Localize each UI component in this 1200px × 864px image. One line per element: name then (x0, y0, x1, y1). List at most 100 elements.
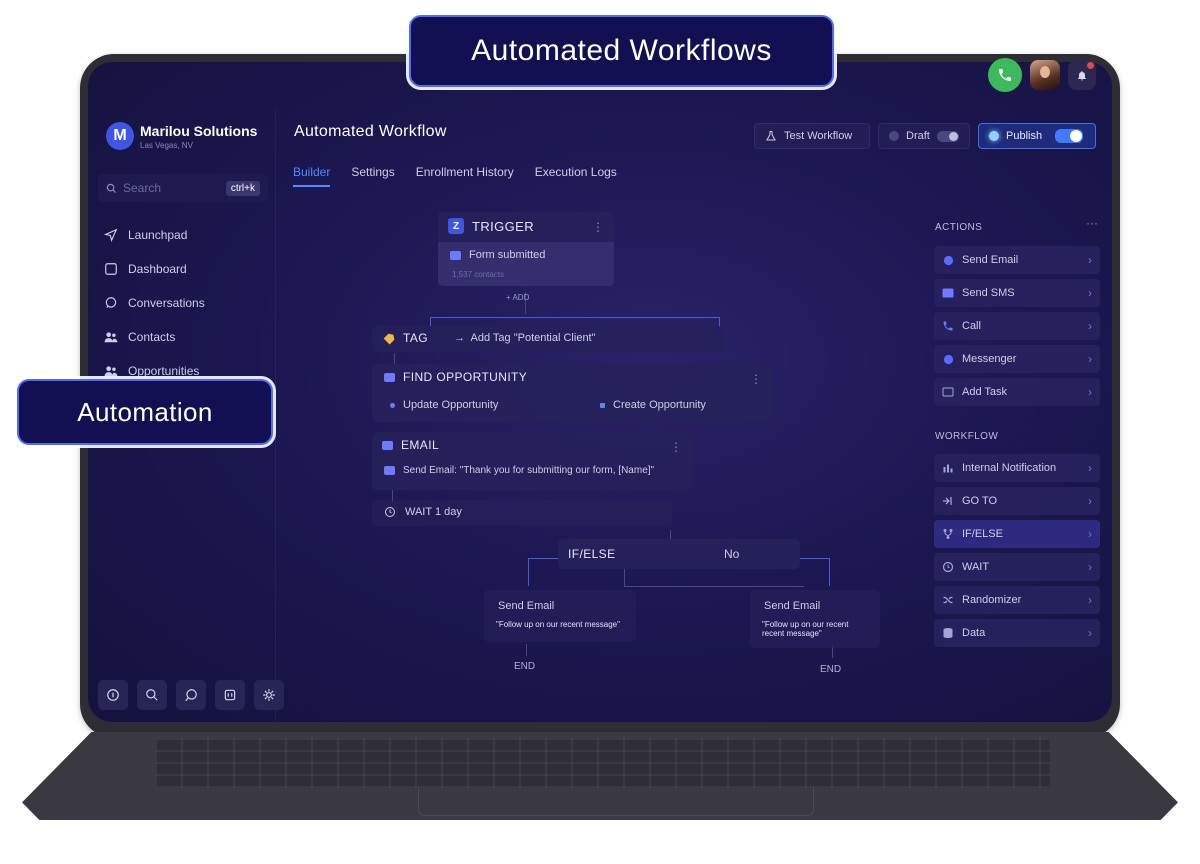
sidebar-bottom-bar (98, 680, 284, 710)
actions-section-label: ACTIONS (935, 222, 983, 233)
tab-execution-logs[interactable]: Execution Logs (535, 165, 617, 187)
chevron-right-icon: › (1088, 253, 1092, 267)
chevron-right-icon: › (1088, 385, 1092, 399)
tag-title: TAG (403, 331, 428, 345)
ifelse-node[interactable]: IF/ELSE No (558, 539, 800, 569)
trigger-badge: Z (448, 218, 464, 234)
more-icon[interactable]: ··· (1086, 216, 1098, 230)
find-opportunity-node[interactable]: FIND OPPORTUNITY ⋮ Update Opportunity Cr… (372, 364, 772, 422)
right-end-label: END (820, 664, 842, 675)
chevron-right-icon: › (1088, 527, 1092, 541)
bell-icon[interactable] (1068, 60, 1096, 90)
brand-logo: M (106, 122, 134, 150)
draft-label: Draft (906, 130, 930, 142)
workflow-randomizer[interactable]: Randomizer › (934, 586, 1100, 614)
phone-icon[interactable] (988, 58, 1022, 92)
action-add-task[interactable]: Add Task › (934, 378, 1100, 406)
test-workflow-button[interactable]: Test Workflow (754, 123, 870, 149)
opportunity-icon (384, 372, 395, 382)
trigger-item: Form submitted (469, 249, 546, 261)
tab-settings[interactable]: Settings (351, 165, 394, 187)
notification-icon (942, 462, 954, 474)
database-icon (942, 627, 954, 639)
tag-action: → Add Tag "Potential Client" (453, 332, 596, 344)
user-avatar[interactable] (1030, 60, 1060, 90)
people-icon (104, 332, 118, 343)
id-icon[interactable] (215, 680, 245, 710)
branch-icon (942, 528, 954, 540)
chevron-right-icon: › (1088, 461, 1092, 475)
sidebar-item-conversations[interactable]: Conversations (104, 286, 205, 320)
sidebar-item-label: Contacts (128, 330, 176, 344)
sidebar-item-dashboard[interactable]: Dashboard (104, 252, 205, 286)
update-opportunity: Update Opportunity (390, 399, 498, 411)
kebab-icon[interactable]: ⋮ (670, 440, 682, 454)
kebab-icon[interactable]: ⋮ (750, 372, 762, 386)
workflow-item-label: Internal Notification (962, 462, 1057, 474)
workflow-data[interactable]: Data › (934, 619, 1100, 647)
draft-switch[interactable] (936, 130, 959, 142)
publish-toggle[interactable]: Publish (978, 123, 1096, 149)
brand-location: Las Vegas, NV (140, 140, 193, 150)
wait-node[interactable]: WAIT 1 day (372, 500, 672, 526)
clock-icon (942, 561, 954, 573)
task-icon (942, 386, 954, 398)
workflow-canvas[interactable]: Z TRIGGER ⋮ Form submitted 1,537 contact… (288, 196, 924, 722)
action-label: Send SMS (962, 287, 1015, 299)
workflow-internal-notification[interactable]: Internal Notification › (934, 454, 1100, 482)
workflow-if-else[interactable]: IF/ELSE › (934, 520, 1100, 548)
sidebar-item-label: Conversations (128, 296, 205, 310)
ifelse-no-label: No (724, 547, 740, 561)
action-send-email[interactable]: Send Email › (934, 246, 1100, 274)
test-workflow-label: Test Workflow (784, 130, 853, 142)
keyboard (155, 738, 1050, 788)
create-opportunity-label: Create Opportunity (613, 399, 706, 411)
trigger-node[interactable]: Z TRIGGER ⋮ Form submitted 1,537 contact… (438, 212, 614, 286)
phone-icon (942, 320, 954, 332)
tag-node[interactable]: TAG → Add Tag "Potential Client" (372, 326, 724, 352)
workflow-item-label: Data (962, 627, 986, 639)
right-send-email-text: "Follow up on our recent recent message" (762, 620, 849, 638)
chat-icon[interactable] (176, 680, 206, 710)
info-icon[interactable] (98, 680, 128, 710)
publish-switch[interactable] (1055, 129, 1084, 143)
workflow-go-to[interactable]: GO TO › (934, 487, 1100, 515)
left-end-label: END (514, 661, 536, 672)
action-label: Send Email (962, 254, 1019, 266)
kebab-icon[interactable]: ⋮ (592, 220, 604, 234)
sidebar-item-label: Launchpad (128, 228, 188, 242)
callout-automated-workflows: Automated Workflows (409, 15, 834, 87)
tab-enrollment-history[interactable]: Enrollment History (416, 165, 514, 187)
add-label: ADD (512, 293, 530, 302)
wait-text: WAIT 1 day (405, 506, 462, 518)
send-icon (104, 228, 118, 242)
tab-builder[interactable]: Builder (293, 165, 331, 187)
square-icon (105, 263, 117, 275)
tag-action-text: Add Tag "Potential Client" (470, 332, 596, 344)
action-send-sms[interactable]: Send SMS › (934, 279, 1100, 307)
flask-icon (766, 131, 776, 141)
brand[interactable]: M Marilou Solutions Las Vegas, NV (106, 122, 257, 150)
action-messenger[interactable]: Messenger › (934, 345, 1100, 373)
tab-bar: Builder Settings Enrollment History Exec… (293, 165, 617, 187)
action-label: Add Task (962, 386, 1008, 398)
brand-name: Marilou Solutions (140, 122, 258, 139)
add-step-button[interactable]: + ADD (506, 293, 529, 302)
search-icon[interactable] (137, 680, 167, 710)
left-send-email-title: Send Email (498, 600, 555, 612)
action-call[interactable]: Call › (934, 312, 1100, 340)
search-input[interactable]: Search ctrl+k (98, 174, 268, 202)
sidebar-item-contacts[interactable]: Contacts (104, 320, 205, 354)
workflow-wait[interactable]: WAIT › (934, 553, 1100, 581)
actions-panel: ACTIONS ··· Send Email › Send SMS › Call… (930, 208, 1112, 722)
gear-icon[interactable] (254, 680, 284, 710)
draft-toggle[interactable]: Draft (878, 123, 970, 149)
left-send-email-node[interactable]: Send Email "Follow up on our recent mess… (484, 590, 636, 642)
right-send-email-node[interactable]: Send Email "Follow up on our recent rece… (750, 590, 880, 648)
workflow-section-label: WORKFLOW (935, 431, 999, 442)
page-title: Automated Workflow (294, 123, 447, 140)
notification-dot (1087, 62, 1094, 69)
email-node[interactable]: EMAIL ⋮ Send Email: "Thank you for submi… (372, 432, 692, 490)
sidebar-item-launchpad[interactable]: Launchpad (104, 218, 205, 252)
create-opportunity: Create Opportunity (600, 399, 706, 411)
